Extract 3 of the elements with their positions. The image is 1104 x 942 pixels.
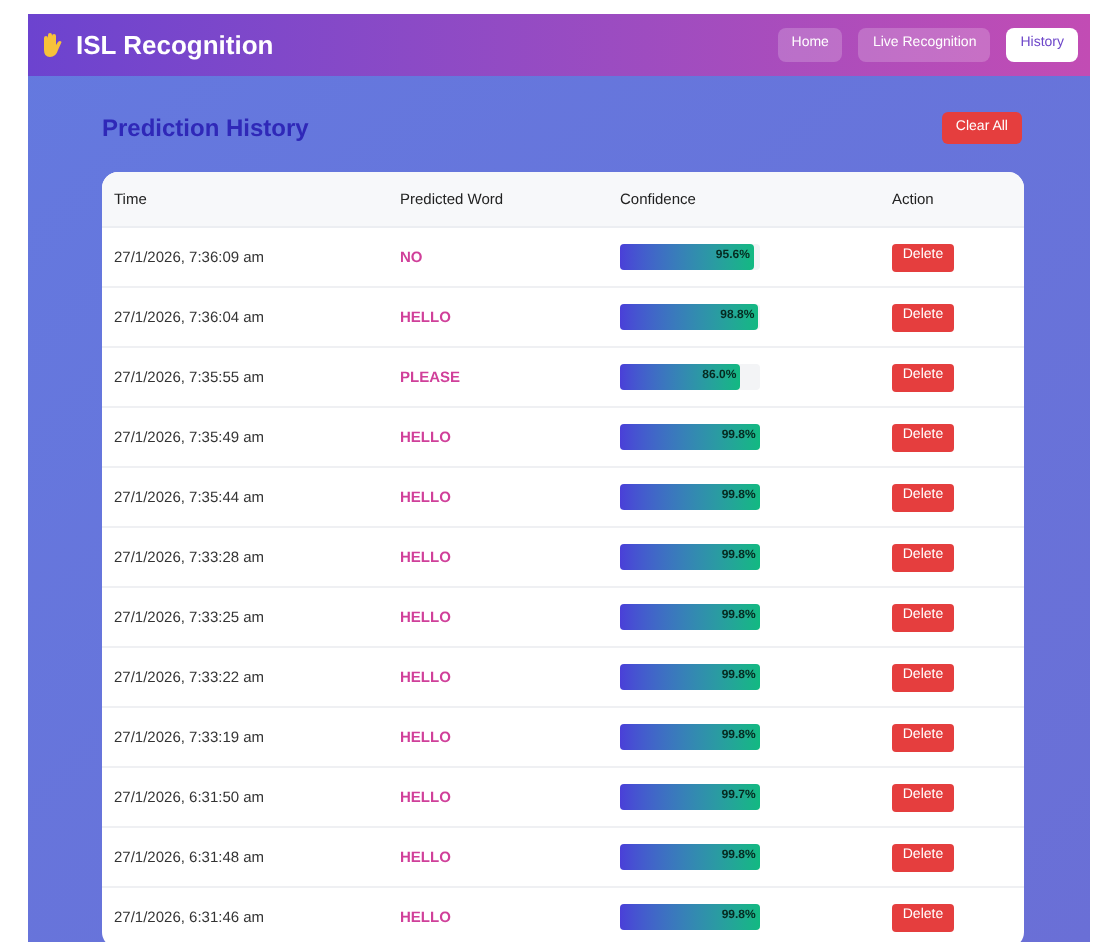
app-title: ISL Recognition <box>76 27 274 64</box>
page-title: Prediction History <box>102 112 309 146</box>
hand-icon <box>40 32 64 58</box>
